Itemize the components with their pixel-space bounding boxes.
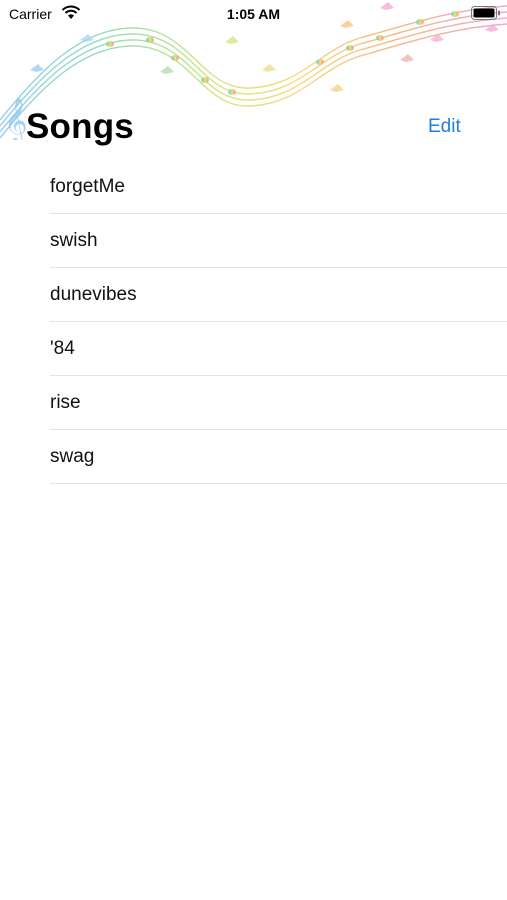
- song-title: swag: [50, 446, 95, 467]
- status-time: 1:05 AM: [226, 6, 281, 22]
- song-row[interactable]: swish: [0, 214, 507, 268]
- page-title: Songs: [26, 107, 134, 146]
- song-title: dunevibes: [50, 284, 137, 305]
- song-title: '84: [50, 338, 75, 359]
- song-row[interactable]: '84: [0, 322, 507, 376]
- song-title: swish: [50, 230, 98, 251]
- song-title: rise: [50, 392, 81, 413]
- song-title: forgetMe: [50, 176, 125, 197]
- song-row[interactable]: forgetMe: [0, 160, 507, 214]
- battery-icon: [471, 6, 500, 20]
- song-row[interactable]: rise: [0, 376, 507, 430]
- navigation-bar: Songs Edit: [0, 100, 507, 160]
- edit-button[interactable]: Edit: [428, 116, 461, 138]
- song-list: forgetMe swish dunevibes '84 rise swag: [0, 160, 507, 484]
- song-row[interactable]: swag: [0, 430, 507, 484]
- song-row[interactable]: dunevibes: [0, 268, 507, 322]
- status-bar: Carrier 1:05 AM: [0, 0, 507, 28]
